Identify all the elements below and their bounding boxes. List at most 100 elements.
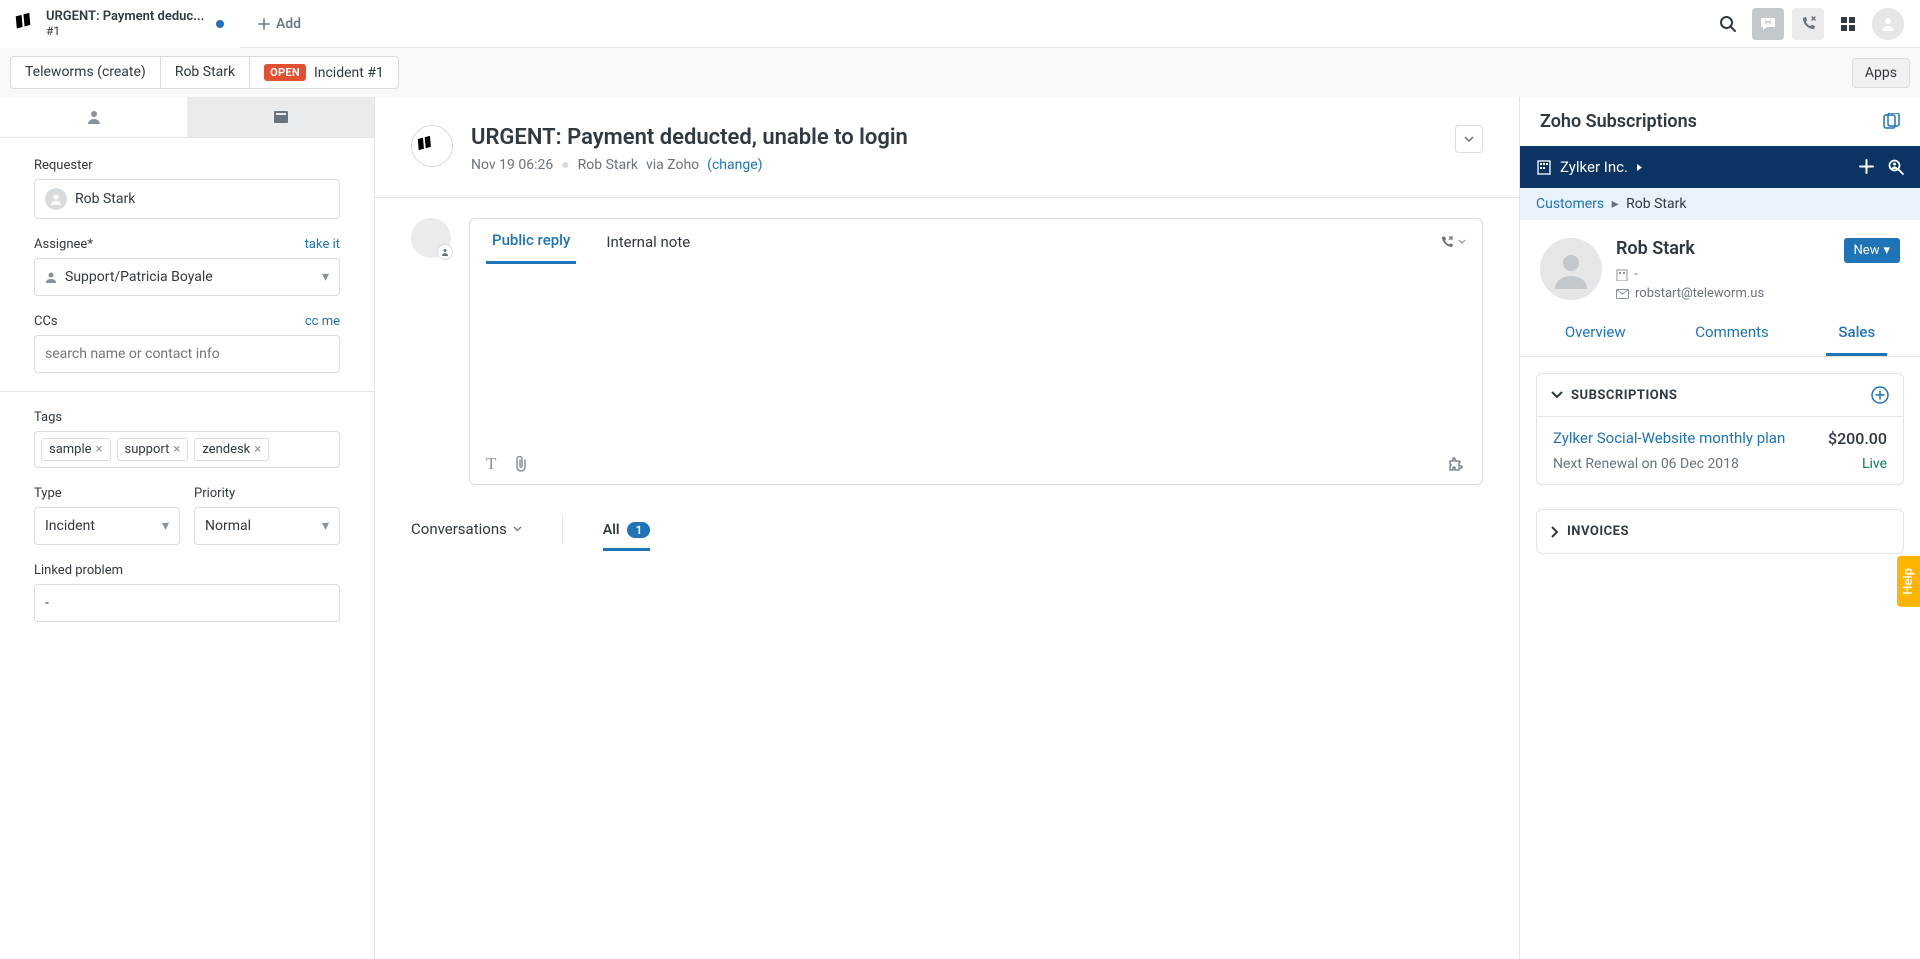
zoho-expand-button[interactable] (1882, 113, 1900, 131)
attachment-button[interactable] (514, 456, 528, 472)
reply-area: Public reply Internal note T (375, 198, 1519, 485)
conversations-all-tab[interactable]: All 1 (603, 522, 650, 551)
tag-item: zendesk× (194, 438, 269, 461)
plan-link[interactable]: Zylker Social-Website monthly plan (1553, 429, 1818, 448)
apps-button[interactable]: Apps (1852, 58, 1910, 88)
tab-title-wrap: URGENT: Payment deduc... #1 (46, 9, 208, 39)
ccs-label: CCs (34, 314, 58, 329)
linked-problem-field: Linked problem - (34, 563, 340, 622)
text-format-button[interactable]: T (486, 454, 496, 474)
user-icon (87, 110, 101, 124)
tag-remove-icon[interactable]: × (254, 442, 261, 457)
tags-input[interactable]: sample× support× zendesk× (34, 431, 340, 468)
breadcrumb-customers-link[interactable]: Customers (1536, 196, 1604, 212)
search-button[interactable] (1712, 8, 1744, 40)
tab-overview[interactable]: Overview (1553, 315, 1638, 356)
conversations-dropdown[interactable]: Conversations (411, 520, 522, 538)
requester-label: Requester (34, 158, 93, 173)
tab-title: URGENT: Payment deduc... (46, 9, 204, 24)
chevron-down-icon (1458, 239, 1466, 244)
plus-circle-icon (1871, 386, 1889, 404)
sidebar-tab-user[interactable] (0, 97, 187, 137)
unsaved-dot-icon (216, 20, 224, 28)
incident-label: Incident #1 (314, 65, 384, 81)
chat-bubble-icon (1759, 15, 1777, 33)
header-collapse-button[interactable] (1455, 125, 1483, 153)
cc-me-link[interactable]: cc me (305, 314, 340, 329)
help-tab-button[interactable]: Help (1897, 556, 1920, 607)
divider (0, 391, 374, 392)
add-subscription-button[interactable] (1871, 386, 1889, 404)
plus-icon[interactable] (1859, 159, 1874, 174)
ccs-input-wrap[interactable] (34, 335, 340, 373)
reply-editor[interactable] (470, 264, 1482, 444)
add-tab-button[interactable]: Add (240, 16, 319, 32)
caret-down-icon: ▾ (162, 518, 169, 534)
profile-button[interactable] (1872, 8, 1904, 40)
workspace: Requester Rob Stark Assignee* take it Su… (0, 97, 1920, 959)
take-it-link[interactable]: take it (305, 237, 340, 252)
org-name: Zylker Inc. (1560, 158, 1628, 176)
customer-avatar (1540, 238, 1602, 300)
caret-down-icon: ▾ (1883, 243, 1890, 258)
conversation-count-badge: 1 (627, 522, 650, 538)
customer-email-line: robstart@teleworm.us (1616, 286, 1900, 301)
assignee-field: Assignee* take it Support/Patricia Boyal… (34, 237, 340, 296)
tab-sales[interactable]: Sales (1826, 315, 1887, 356)
linked-select[interactable]: - (34, 584, 340, 622)
apps-grid-button[interactable] (1832, 8, 1864, 40)
assignee-label: Assignee* (34, 237, 93, 252)
assignee-select[interactable]: Support/Patricia Boyale ▾ (34, 258, 340, 296)
ccs-input[interactable] (45, 346, 329, 362)
agent-avatar (411, 218, 451, 258)
requester-input[interactable]: Rob Stark (34, 179, 340, 219)
subscription-status-badge: Live (1862, 456, 1887, 472)
sidebar-tabs (0, 97, 374, 138)
sidebar-tab-ticket[interactable] (187, 97, 374, 137)
chevron-down-icon (513, 526, 522, 532)
new-dropdown-button[interactable]: New ▾ (1844, 238, 1900, 263)
change-channel-link[interactable]: (change) (707, 157, 762, 173)
user-avatar-icon (1551, 249, 1591, 289)
subscriptions-header[interactable]: SUBSCRIPTIONS (1537, 374, 1903, 417)
apps-extension-button[interactable] (1448, 457, 1466, 472)
tab-subtitle: #1 (46, 24, 208, 38)
user-avatar-icon (45, 188, 67, 210)
org-bar[interactable]: Zylker Inc. (1520, 146, 1920, 188)
top-bar: URGENT: Payment deduc... #1 Add (0, 0, 1920, 48)
email-icon (1616, 289, 1629, 299)
invoices-header[interactable]: INVOICES (1537, 510, 1903, 553)
app-tab[interactable]: URGENT: Payment deduc... #1 (0, 0, 240, 48)
extension-icon (1448, 457, 1466, 472)
subscriptions-section: SUBSCRIPTIONS Zylker Social-Website mont… (1536, 373, 1904, 485)
search-user-icon[interactable] (1888, 159, 1904, 175)
caret-down-icon: ▾ (322, 518, 329, 534)
tab-comments[interactable]: Comments (1683, 315, 1781, 356)
breadcrumb-bar: Teleworms (create) Rob Stark OPEN Incide… (0, 48, 1920, 97)
type-select[interactable]: Incident ▾ (34, 507, 180, 545)
priority-label: Priority (194, 486, 235, 501)
public-reply-tab[interactable]: Public reply (486, 219, 576, 264)
chat-button[interactable] (1752, 8, 1784, 40)
ticket-meta: Nov 19 06:26 ● Rob Stark via Zoho (chang… (471, 156, 1437, 173)
breadcrumb-org[interactable]: Teleworms (create) (11, 57, 161, 88)
invoices-section: INVOICES (1536, 509, 1904, 554)
ticket-header: URGENT: Payment deducted, unable to logi… (375, 97, 1519, 198)
reply-toolbar: T (470, 444, 1482, 484)
reply-call-button[interactable] (1440, 223, 1466, 261)
requester-field: Requester Rob Stark (34, 158, 340, 219)
internal-note-tab[interactable]: Internal note (600, 221, 696, 263)
chevron-right-icon (1551, 526, 1559, 538)
tag-remove-icon[interactable]: × (96, 442, 103, 457)
window-icon (1882, 113, 1900, 131)
ticket-time: Nov 19 06:26 (471, 157, 553, 173)
tag-remove-icon[interactable]: × (173, 442, 180, 457)
conversations-label: Conversations (411, 520, 507, 538)
user-avatar-icon (1879, 15, 1897, 33)
phone-mute-button[interactable] (1792, 8, 1824, 40)
breadcrumb-incident[interactable]: OPEN Incident #1 (250, 57, 398, 88)
breadcrumb-user[interactable]: Rob Stark (161, 57, 250, 88)
right-panel-zoho: Zoho Subscriptions Zylker Inc. Customers… (1520, 97, 1920, 959)
type-value: Incident (45, 518, 95, 534)
priority-select[interactable]: Normal ▾ (194, 507, 340, 545)
